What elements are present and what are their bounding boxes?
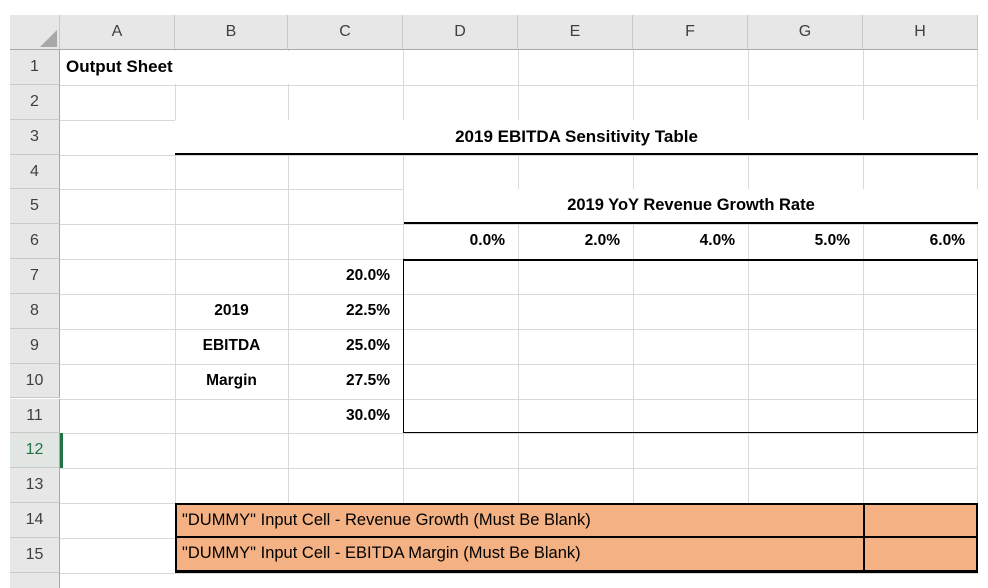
row-header-1[interactable]: 1 [10, 50, 60, 85]
dummy-label-revenue-growth[interactable]: "DUMMY" Input Cell - Revenue Growth (Mus… [177, 505, 865, 538]
row-header-16-partial[interactable] [10, 573, 60, 588]
gridline-h [60, 155, 978, 156]
cell-c8-margin-value[interactable]: 22.5% [288, 294, 403, 329]
active-cell-a12-outline[interactable] [60, 433, 175, 468]
column-header-f[interactable]: F [633, 15, 748, 50]
cell-d6-growth-rate[interactable]: 0.0% [403, 224, 518, 259]
row-header-14[interactable]: 14 [10, 503, 60, 538]
cell-f6-growth-rate[interactable]: 4.0% [633, 224, 748, 259]
row-header-12-active[interactable]: 12 [10, 433, 60, 468]
row-header-10[interactable]: 10 [10, 364, 60, 399]
gridline-h [60, 573, 978, 574]
cell-b9-axis-label[interactable]: EBITDA [175, 329, 288, 364]
column-header-a[interactable]: A [60, 15, 175, 50]
dummy-input-block: "DUMMY" Input Cell - Revenue Growth (Mus… [175, 503, 978, 573]
cell-c10-margin-value[interactable]: 27.5% [288, 364, 403, 399]
row-header-3[interactable]: 3 [10, 120, 60, 155]
cell-c11-margin-value[interactable]: 30.0% [288, 399, 403, 434]
cell-b10-axis-label[interactable]: Margin [175, 364, 288, 399]
row-header-15[interactable]: 15 [10, 538, 60, 573]
row-header-2[interactable]: 2 [10, 85, 60, 120]
column-header-b[interactable]: B [175, 15, 288, 50]
row-header-4[interactable]: 4 [10, 155, 60, 190]
cell-g6-growth-rate[interactable]: 5.0% [748, 224, 863, 259]
dummy-input-cell-revenue-growth[interactable] [865, 505, 976, 538]
row-header-7[interactable]: 7 [10, 259, 60, 294]
column-header-c[interactable]: C [288, 15, 403, 50]
row-header-13[interactable]: 13 [10, 468, 60, 503]
row-header-11[interactable]: 11 [10, 399, 60, 434]
gridline-h [60, 433, 978, 434]
cell-a1-output-sheet[interactable]: Output Sheet [61, 51, 291, 84]
dummy-label-ebitda-margin[interactable]: "DUMMY" Input Cell - EBITDA Margin (Must… [177, 538, 865, 570]
row-header-6[interactable]: 6 [10, 224, 60, 259]
cell-c9-margin-value[interactable]: 25.0% [288, 329, 403, 364]
column-header-h[interactable]: H [863, 15, 978, 50]
dummy-input-cell-ebitda-margin[interactable] [865, 538, 976, 570]
row-header-5[interactable]: 5 [10, 189, 60, 224]
worksheet-grid: A B C D E F G H 1 2 3 4 5 6 7 8 9 10 11 … [10, 15, 978, 588]
cell-e6-growth-rate[interactable]: 2.0% [518, 224, 633, 259]
column-header-d[interactable]: D [403, 15, 518, 50]
cell-b8-axis-label[interactable]: 2019 [175, 294, 288, 329]
table-title-cell[interactable]: 2019 EBITDA Sensitivity Table [175, 120, 978, 155]
sensitivity-table-body-region[interactable] [403, 259, 978, 433]
row-header-9[interactable]: 9 [10, 329, 60, 364]
select-all-triangle-icon [40, 30, 57, 47]
growth-axis-title-cell[interactable]: 2019 YoY Revenue Growth Rate [404, 189, 978, 224]
cell-h6-growth-rate[interactable]: 6.0% [863, 224, 978, 259]
gridline-h [60, 85, 978, 86]
cell-c7-margin-value[interactable]: 20.0% [288, 259, 403, 294]
select-all-button[interactable] [10, 15, 60, 50]
gridline-h [60, 468, 978, 469]
column-header-g[interactable]: G [748, 15, 863, 50]
row-header-8[interactable]: 8 [10, 294, 60, 329]
column-header-e[interactable]: E [518, 15, 633, 50]
